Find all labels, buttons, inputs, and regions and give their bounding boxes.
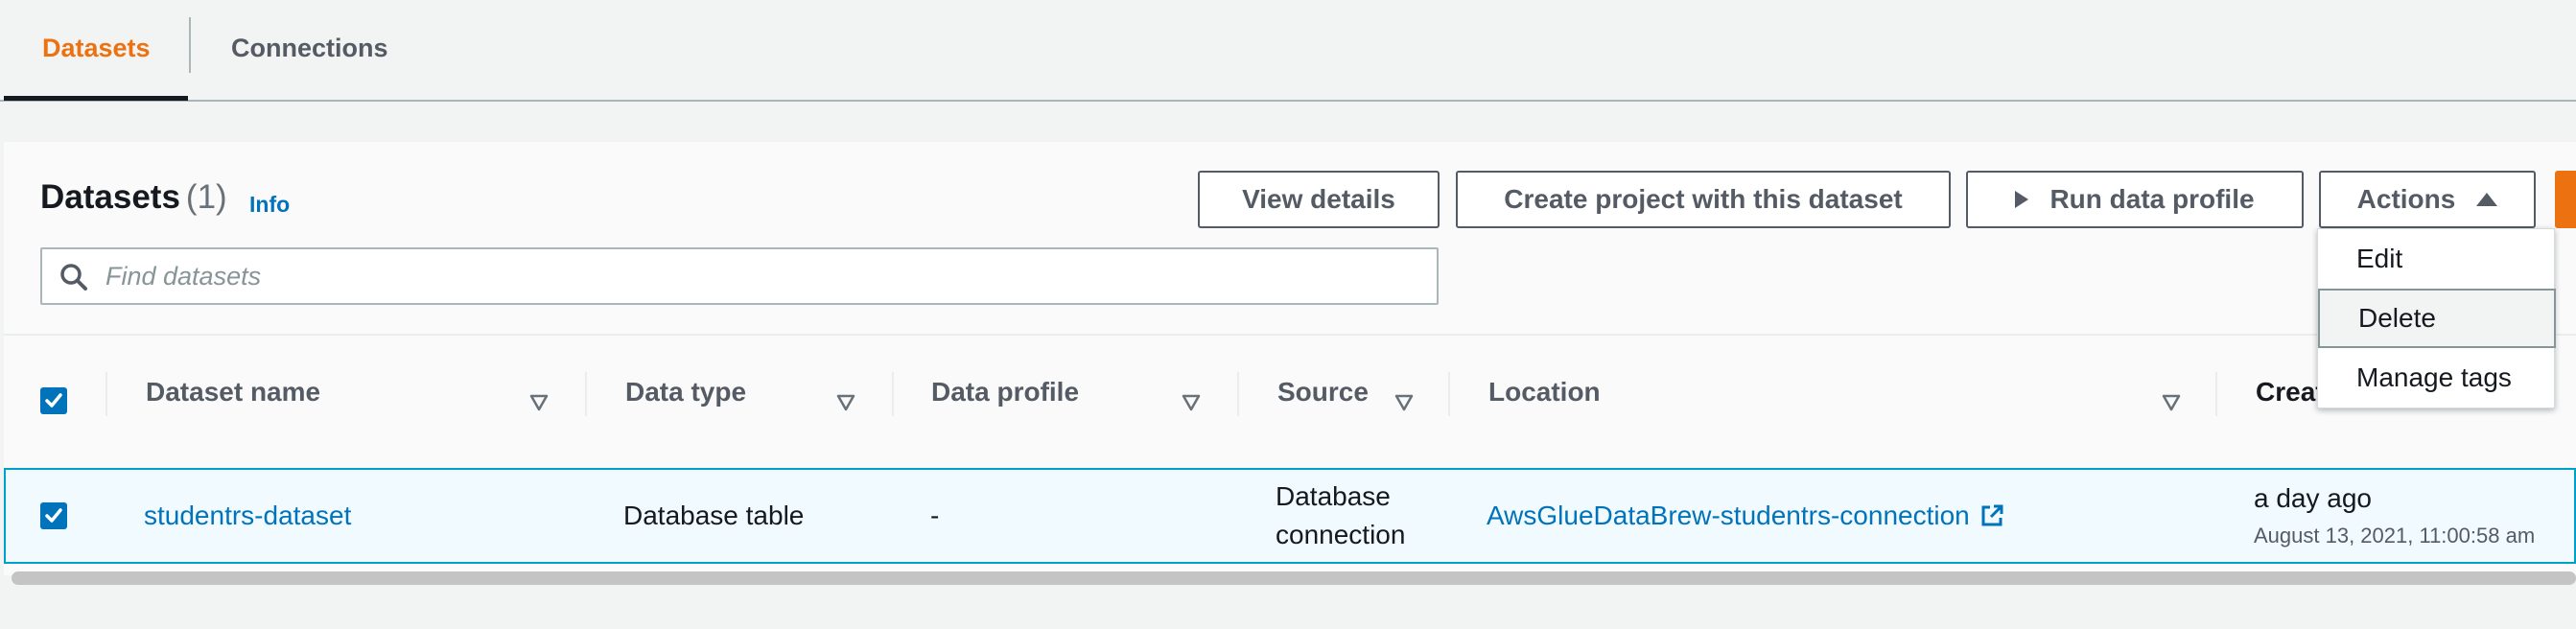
check-icon	[45, 508, 62, 523]
sort-icon[interactable]	[836, 393, 855, 412]
sort-icon[interactable]	[529, 393, 549, 412]
info-link[interactable]: Info	[249, 192, 290, 218]
horizontal-scrollbar[interactable]	[12, 571, 2576, 585]
page-title: Datasets (1)	[40, 178, 227, 217]
actions-label: Actions	[2356, 184, 2456, 214]
search-box	[40, 247, 1439, 305]
column-header-source[interactable]: Source	[1277, 359, 1369, 426]
column-divider	[105, 372, 107, 416]
sort-icon[interactable]	[2162, 393, 2181, 412]
location-link[interactable]: AwsGlueDataBrew-studentrs-connection	[1487, 501, 2004, 531]
create-project-button[interactable]: Create project with this dataset	[1456, 171, 1951, 228]
caret-up-icon	[2476, 193, 2498, 206]
active-tab-indicator	[4, 96, 188, 101]
actions-dropdown-button[interactable]: Actions	[2319, 171, 2536, 228]
source-cell-line-1: Database	[1276, 481, 1391, 511]
source-cell-line-2: connection	[1276, 520, 1406, 549]
view-details-label: View details	[1242, 184, 1395, 214]
sort-icon[interactable]	[1182, 393, 1201, 412]
column-header-data-profile[interactable]: Data profile	[931, 359, 1079, 426]
create-date-absolute: August 13, 2021, 11:00:58 am	[2254, 524, 2536, 547]
sort-icon[interactable]	[1394, 393, 1414, 412]
column-divider	[1237, 372, 1239, 416]
row-checkbox[interactable]	[40, 502, 67, 529]
column-header-location[interactable]: Location	[1488, 359, 1601, 426]
tab-connections[interactable]: Connections	[231, 29, 388, 67]
menu-item-edit[interactable]: Edit	[2318, 229, 2556, 289]
tab-divider	[189, 17, 191, 73]
dataset-name-link[interactable]: studentrs-dataset	[144, 501, 351, 531]
run-data-profile-label: Run data profile	[2049, 184, 2255, 214]
column-divider	[892, 372, 894, 416]
panel-header: Datasets (1) Info View details Create pro…	[4, 142, 2576, 334]
search-icon	[60, 264, 87, 291]
column-divider	[585, 372, 587, 416]
column-divider	[1448, 372, 1450, 416]
tab-datasets[interactable]: Datasets	[42, 29, 151, 67]
external-link-icon	[1981, 504, 2003, 526]
table-header: Dataset name Data type Data profile Sour…	[4, 334, 2576, 468]
column-header-data-type[interactable]: Data type	[625, 359, 746, 426]
menu-item-manage-tags[interactable]: Manage tags	[2318, 348, 2556, 408]
databrew-datasets-page: Datasets Connections Datasets (1) Info Vi…	[0, 0, 2576, 629]
location-link-text: AwsGlueDataBrew-studentrs-connection	[1487, 501, 1970, 530]
search-input[interactable]	[105, 257, 1419, 295]
table-row[interactable]: studentrs-dataset Database table - Datab…	[4, 468, 2576, 564]
column-header-dataset-name[interactable]: Dataset name	[146, 359, 320, 426]
view-details-button[interactable]: View details	[1198, 171, 1440, 228]
tab-bar: Datasets Connections	[0, 0, 2576, 102]
select-all-checkbox[interactable]	[40, 387, 67, 414]
check-icon	[45, 393, 62, 408]
title-text: Datasets	[40, 178, 180, 216]
column-divider	[2215, 372, 2217, 416]
dataset-count: (1)	[185, 178, 227, 216]
menu-item-delete[interactable]: Delete	[2318, 289, 2556, 348]
create-date-relative: a day ago	[2254, 483, 2372, 513]
datasets-panel: Datasets (1) Info View details Create pro…	[4, 142, 2576, 585]
play-icon	[2015, 191, 2029, 208]
data-profile-cell: -	[930, 501, 940, 530]
create-project-label: Create project with this dataset	[1504, 184, 1903, 214]
create-dataset-button[interactable]	[2555, 171, 2576, 228]
actions-menu: Edit Delete Manage tags	[2317, 228, 2556, 408]
run-data-profile-button[interactable]: Run data profile	[1966, 171, 2304, 228]
data-type-cell: Database table	[623, 501, 805, 530]
